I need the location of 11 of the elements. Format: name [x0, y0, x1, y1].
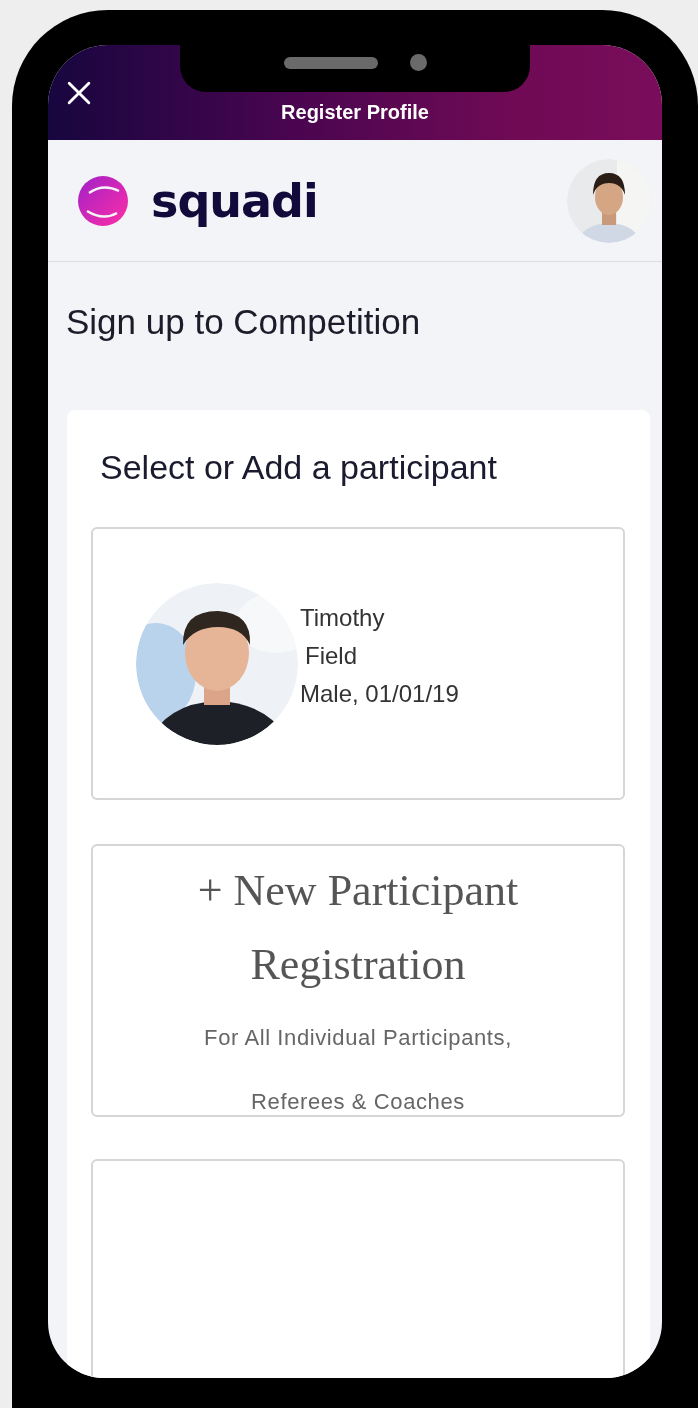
participant-details: Male, 01/01/19: [300, 679, 459, 709]
new-participant-subtitle: For All Individual Participants, Referees & Coaches: [203, 1024, 513, 1116]
participant-last-name: Field: [305, 641, 359, 671]
participant-first-name: Timothy: [300, 603, 386, 633]
participant-card[interactable]: Timothy Field Male, 01/01/19: [91, 527, 625, 800]
section-title: Select or Add a participant: [100, 448, 498, 487]
brand-name: squadi: [151, 173, 318, 228]
new-participant-card[interactable]: + New Participant Registration For All Individual Participants, Referees & Coaches: [91, 844, 625, 1117]
new-participant-title: + New Participant Registration: [196, 865, 520, 991]
window-title: Register Profile: [281, 101, 429, 124]
page-title: Sign up to Competition: [66, 302, 422, 342]
